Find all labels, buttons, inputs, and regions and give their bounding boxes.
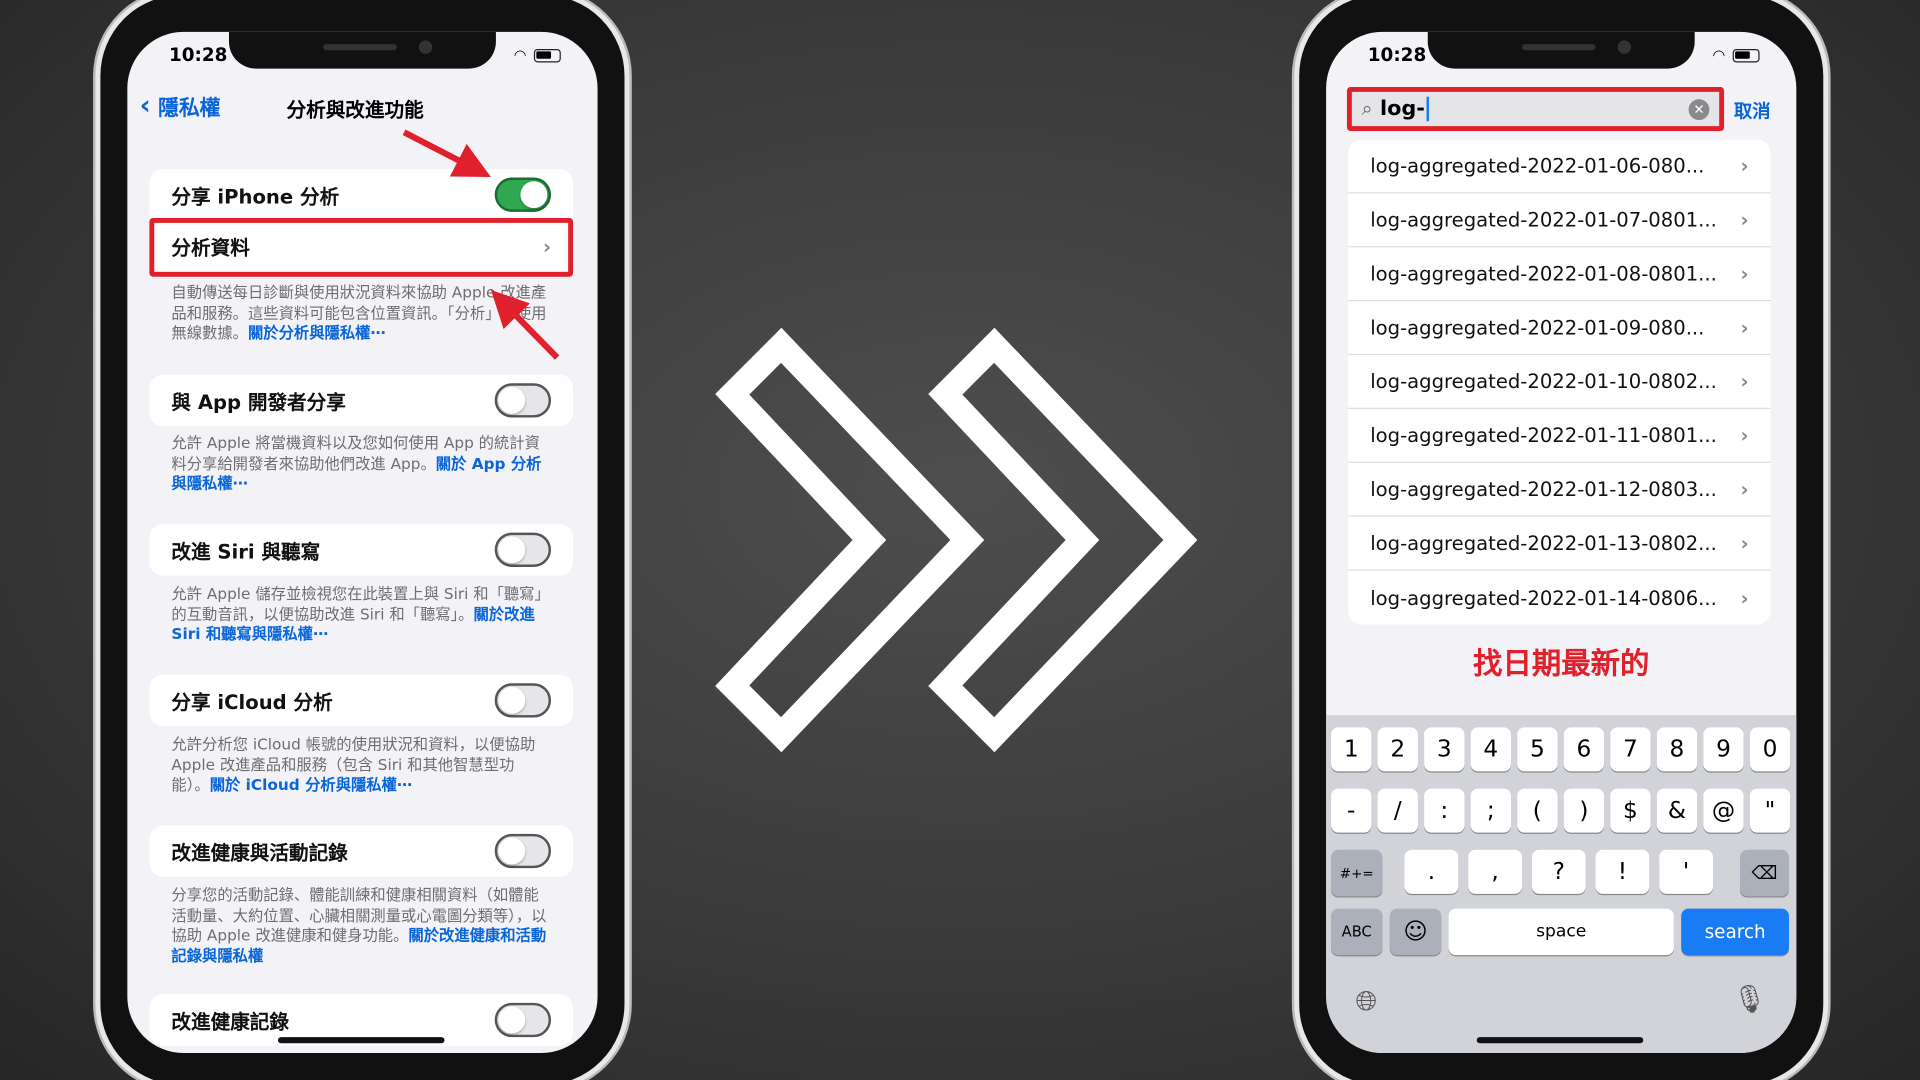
search-result-item[interactable]: log-aggregated-2022-01-14-0806... › xyxy=(1348,571,1770,625)
result-filename: log-aggregated-2022-01-11-0801... xyxy=(1370,423,1717,447)
symbols-toggle-key[interactable]: #+= xyxy=(1331,849,1383,897)
key[interactable]: & xyxy=(1656,788,1698,833)
search-result-item[interactable]: log-aggregated-2022-01-13-0802... › xyxy=(1348,517,1771,571)
emoji-key[interactable]: ☺ xyxy=(1389,908,1442,956)
key[interactable]: ( xyxy=(1517,788,1558,833)
chevron-arrow-icon-1 xyxy=(715,327,985,753)
result-filename: log-aggregated-2022-01-09-080... xyxy=(1370,315,1705,340)
status-icons: ◠ xyxy=(1712,46,1760,64)
key[interactable]: @ xyxy=(1703,788,1744,833)
delete-key[interactable]: ⌫ xyxy=(1740,849,1789,897)
chevron-right-icon: › xyxy=(1740,531,1749,555)
globe-icon[interactable]: 🌐︎ xyxy=(1356,987,1378,1018)
result-filename: log-aggregated-2022-01-13-0802... xyxy=(1370,531,1717,555)
key[interactable]: ? xyxy=(1531,849,1586,894)
key[interactable]: 2 xyxy=(1377,727,1418,772)
search-input[interactable]: log- xyxy=(1380,96,1429,122)
key[interactable]: 4 xyxy=(1470,727,1512,772)
chevron-right-icon: › xyxy=(1740,208,1749,232)
clear-icon[interactable]: ✕ xyxy=(1688,98,1710,120)
key[interactable]: $ xyxy=(1610,788,1651,833)
wifi-icon: ◠ xyxy=(1712,46,1726,64)
search-icon: ⌕ xyxy=(1361,96,1373,121)
abc-key[interactable]: ABC xyxy=(1331,908,1383,956)
key[interactable]: 6 xyxy=(1563,727,1605,772)
result-filename: log-aggregated-2022-01-06-080... xyxy=(1370,154,1705,178)
search-key[interactable]: search xyxy=(1681,908,1789,956)
microphone-icon[interactable]: 🎙︎ xyxy=(1733,984,1767,1015)
result-filename: log-aggregated-2022-01-08-0801... xyxy=(1370,262,1717,286)
cancel-button[interactable]: 取消 xyxy=(1734,98,1771,124)
chevron-right-icon: › xyxy=(1740,369,1749,394)
status-time: 10:28 xyxy=(1367,44,1427,67)
backspace-icon: ⌫ xyxy=(1751,862,1778,885)
result-filename: log-aggregated-2022-01-10-0802... xyxy=(1370,369,1717,394)
annotation-text: 找日期最新的 xyxy=(1473,646,1650,681)
search-result-item[interactable]: log-aggregated-2022-01-08-0801... › xyxy=(1348,247,1771,302)
result-filename: log-aggregated-2022-01-07-0801... xyxy=(1370,208,1717,232)
key[interactable]: . xyxy=(1404,849,1459,894)
key[interactable]: 1 xyxy=(1331,727,1372,772)
key[interactable]: 0 xyxy=(1749,727,1791,772)
key[interactable]: ; xyxy=(1470,788,1512,833)
chevron-right-icon: › xyxy=(1740,477,1749,501)
key[interactable]: 3 xyxy=(1424,727,1465,772)
emoji-icon: ☺ xyxy=(1403,918,1428,946)
stage: 10:28 ◠ ‹ 隱私權 分析與改進功能 分享 iPhone 分析 分析資料 … xyxy=(0,0,1920,1080)
chevron-right-icon: › xyxy=(1740,154,1749,178)
chevron-right-icon: › xyxy=(1740,423,1749,447)
key[interactable]: : xyxy=(1424,788,1465,833)
key[interactable]: ! xyxy=(1595,849,1650,894)
search-results-list: log-aggregated-2022-01-06-080... › log-agg… xyxy=(1348,139,1771,625)
search-result-item[interactable]: log-aggregated-2022-01-07-0801... › xyxy=(1348,193,1771,248)
key[interactable]: 5 xyxy=(1517,727,1558,772)
chevron-right-icon: › xyxy=(1740,585,1749,610)
files-search-screen: 10:28 ◠ ⌕ log- ✕ 取消 log-aggregated-2022-… xyxy=(1326,31,1797,1054)
battery-icon xyxy=(1732,48,1760,62)
key[interactable]: / xyxy=(1377,788,1418,833)
key[interactable]: 7 xyxy=(1610,727,1651,772)
search-result-item[interactable]: log-aggregated-2022-01-09-080... › xyxy=(1348,301,1771,356)
space-key[interactable]: space xyxy=(1448,908,1674,956)
red-arrow-to-toggle xyxy=(402,129,491,178)
key[interactable]: , xyxy=(1468,849,1523,894)
search-result-item[interactable]: log-aggregated-2022-01-06-080... › xyxy=(1348,140,1771,194)
search-result-item[interactable]: log-aggregated-2022-01-12-0803... › xyxy=(1348,463,1771,517)
search-result-item[interactable]: log-aggregated-2022-01-10-0802... › xyxy=(1348,355,1771,409)
keyboard: #+= ABC ☺ space search ⌫ 🌐︎ 🎙︎ 123456789… xyxy=(1326,715,1797,1054)
key[interactable]: " xyxy=(1749,788,1791,833)
result-filename: log-aggregated-2022-01-12-0803... xyxy=(1370,477,1717,501)
key[interactable]: ' xyxy=(1659,849,1714,894)
search-result-item[interactable]: log-aggregated-2022-01-11-0801... › xyxy=(1348,409,1771,463)
key[interactable]: ) xyxy=(1563,788,1605,833)
home-indicator xyxy=(1476,1037,1644,1044)
key[interactable]: 9 xyxy=(1703,727,1744,772)
search-field[interactable]: ⌕ log- ✕ xyxy=(1346,86,1725,132)
right-phone: 10:28 ◠ ⌕ log- ✕ 取消 log-aggregated-2022-… xyxy=(1294,0,1829,1080)
red-arrow-to-row xyxy=(491,290,560,360)
notch xyxy=(1427,31,1695,69)
key[interactable]: 8 xyxy=(1656,727,1698,772)
chevron-right-icon: › xyxy=(1740,315,1749,340)
chevron-right-icon: › xyxy=(1740,262,1749,286)
result-filename: log-aggregated-2022-01-14-0806... xyxy=(1370,585,1717,610)
key[interactable]: - xyxy=(1331,788,1372,833)
